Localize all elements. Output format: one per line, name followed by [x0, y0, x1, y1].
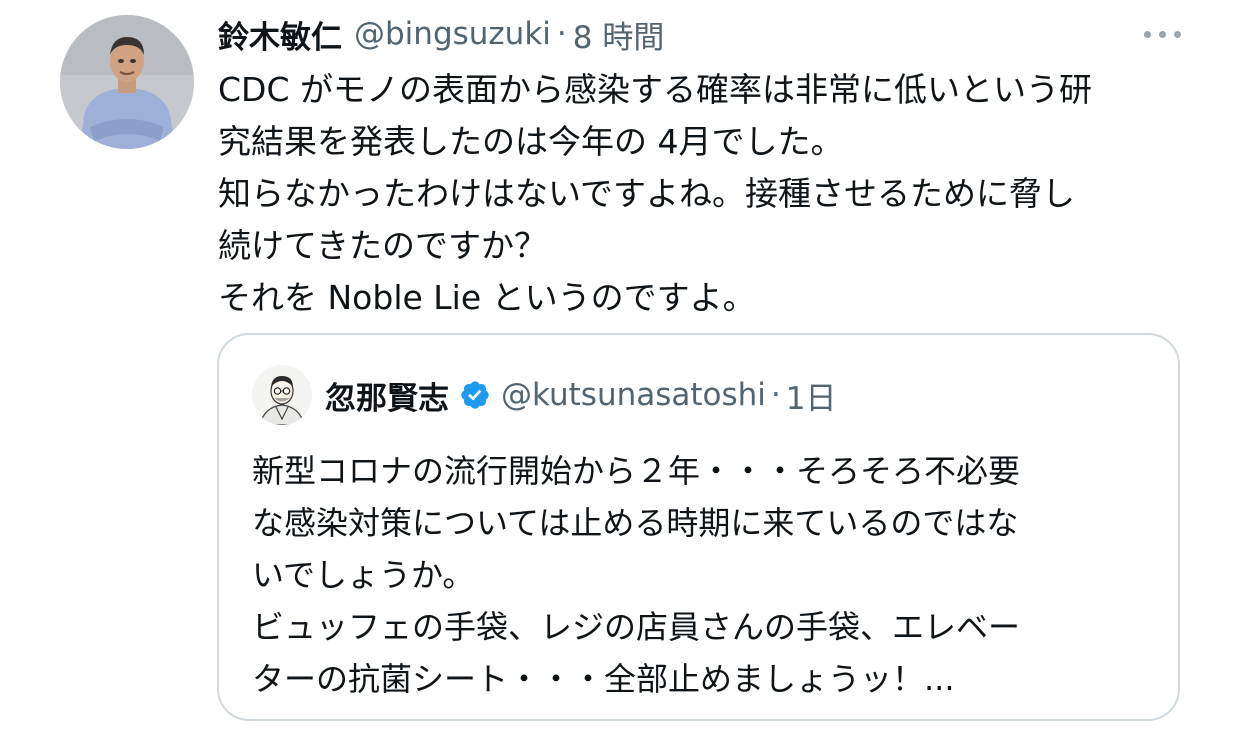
tweet-timestamp[interactable]: 8 時間 — [573, 12, 665, 57]
tweet-text: CDC がモノの表面から感染する確率は非常に低いという研 究結果を発表したのは今… — [218, 64, 1208, 324]
tweet-text-line: 知らなかったわけはないですよね。接種させるために脅し — [218, 174, 1076, 213]
tweet-text-line: 究結果を発表したのは今年の 4月でした。 — [218, 122, 844, 161]
quote-text-line: 新型コロナの流行開始から２年・・・そろそろ不必要 — [252, 452, 1021, 490]
author-handle[interactable]: @bingsuzuki — [354, 16, 551, 52]
header-separator: · — [556, 16, 567, 52]
quoted-tweet-card[interactable]: 忽那賢志 @kutsunasatoshi · 1日 新型コロナの流行開始から２年… — [217, 333, 1180, 721]
author-name[interactable]: 鈴木敏仁 — [218, 12, 342, 57]
tweet-text-line: CDC がモノの表面から感染する確率は非常に低いという研 — [218, 70, 1092, 109]
tweet-text-line: 続けてきたのですか？ — [218, 226, 548, 265]
more-options-button[interactable] — [1136, 18, 1188, 50]
quote-author-avatar-image — [252, 365, 312, 425]
quote-text: 新型コロナの流行開始から２年・・・そろそろ不必要 な感染対策については止める時期… — [252, 445, 1152, 705]
quote-timestamp[interactable]: 1日 — [786, 373, 837, 418]
more-horizontal-icon — [1158, 30, 1166, 38]
more-horizontal-icon — [1143, 30, 1151, 38]
author-avatar[interactable] — [60, 15, 194, 149]
more-horizontal-icon — [1173, 30, 1181, 38]
quote-text-line: いでしょうか。 — [252, 556, 475, 594]
author-avatar-image — [60, 15, 194, 149]
verified-badge-icon — [459, 379, 491, 411]
tweet-text-line: それを Noble Lie というのですよ。 — [218, 278, 756, 317]
quote-author-avatar[interactable] — [252, 365, 312, 425]
tweet-header: 鈴木敏仁 @bingsuzuki · 8 時間 — [218, 12, 664, 56]
quote-author-handle[interactable]: @kutsunasatoshi — [501, 377, 766, 413]
quote-author-name[interactable]: 忽那賢志 — [325, 373, 449, 418]
quote-header: 忽那賢志 @kutsunasatoshi · 1日 — [325, 373, 837, 417]
quote-text-line: な感染対策については止める時期に来ているのではな — [252, 504, 1019, 542]
quote-text-line: ビュッフェの手袋、レジの店員さんの手袋、エレベー — [252, 608, 1021, 646]
quote-text-line: ターの抗菌シート・・・全部止めましょうッ！... — [252, 660, 955, 698]
quote-header-separator: · — [770, 377, 781, 413]
